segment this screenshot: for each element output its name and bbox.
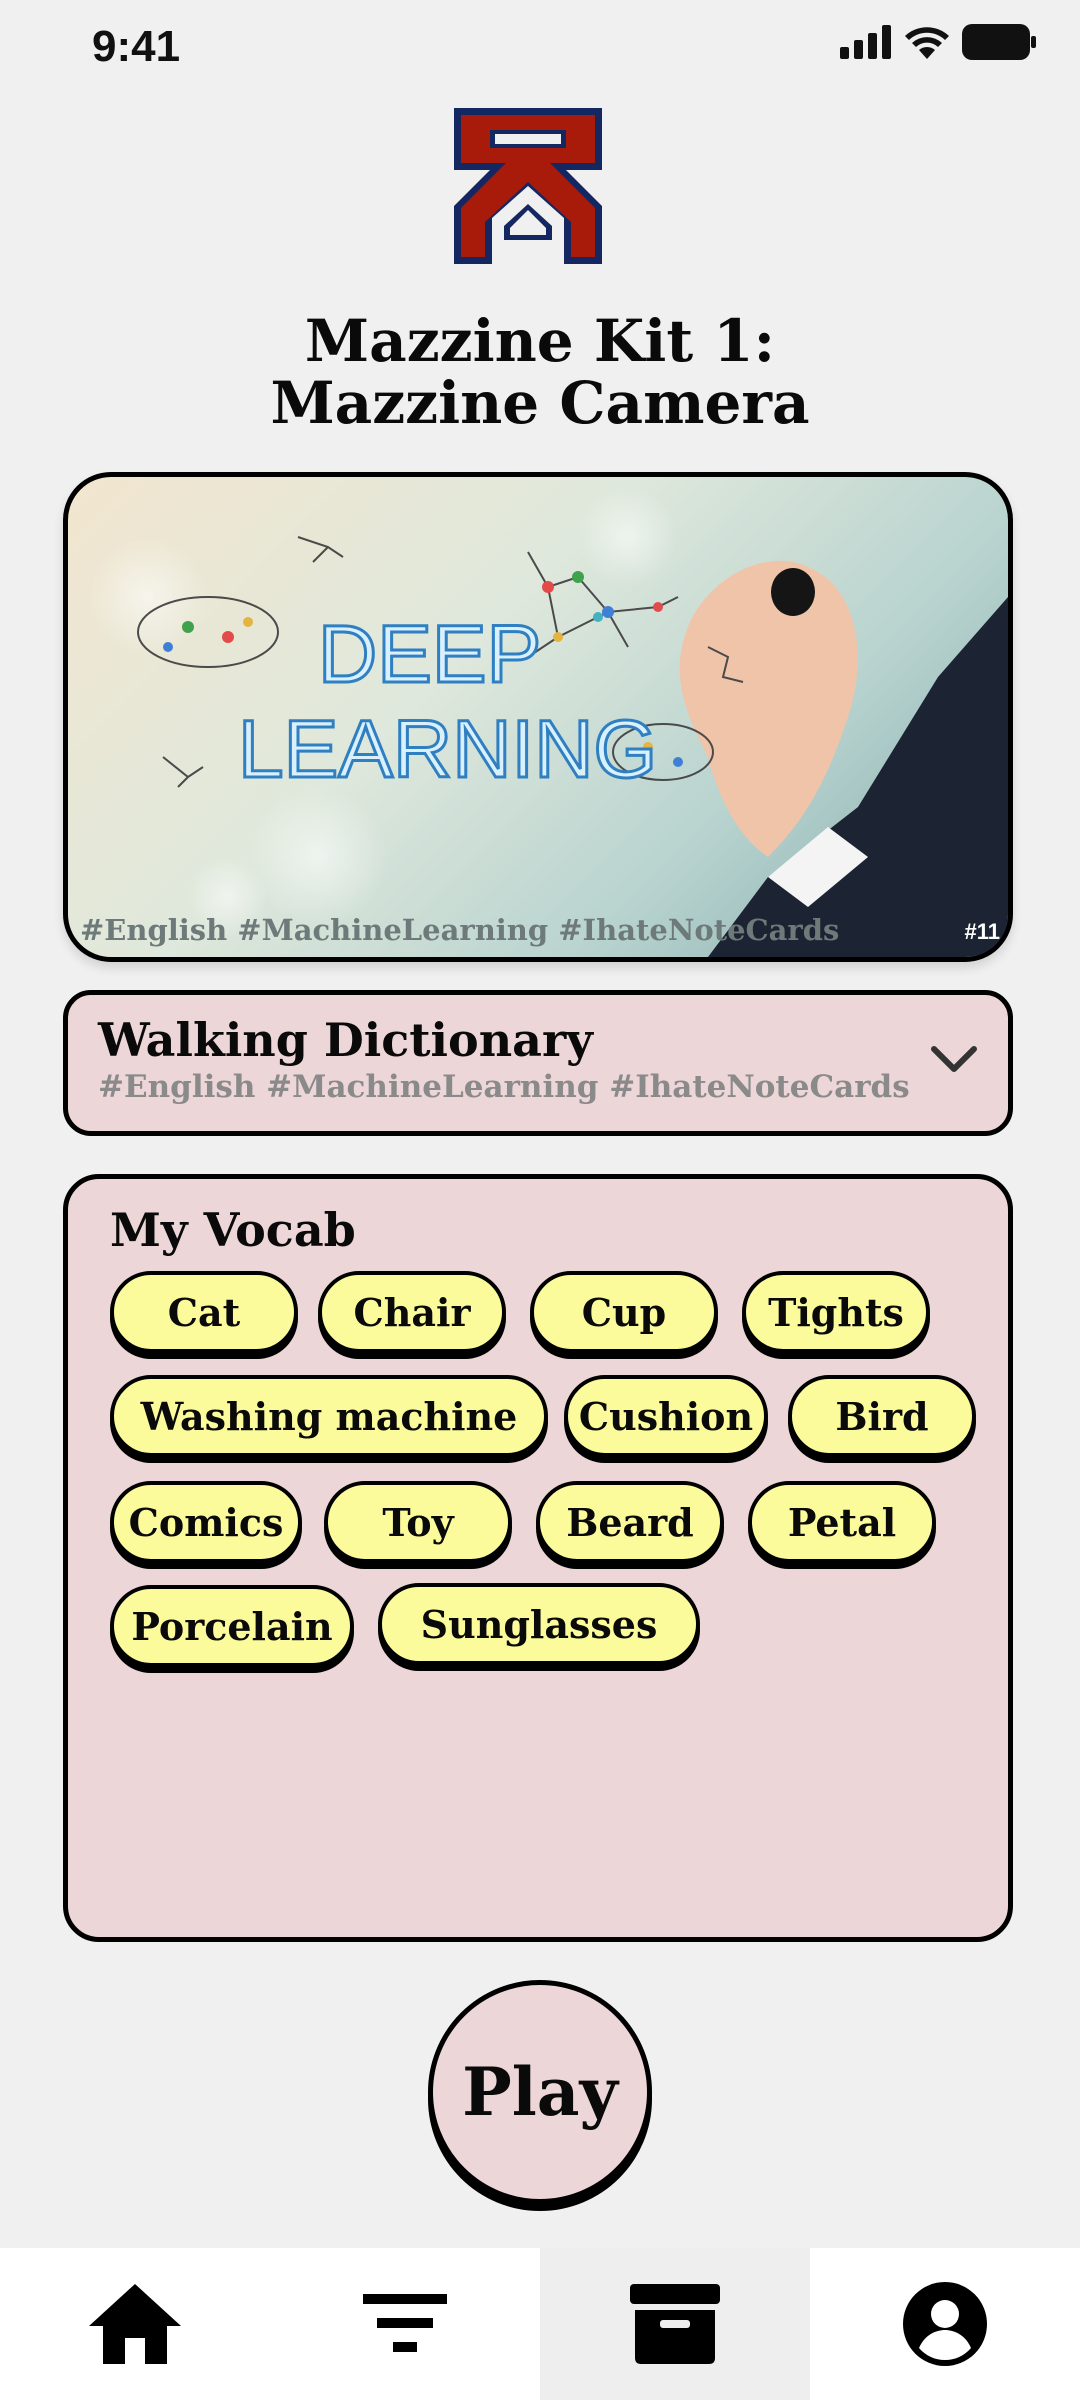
vocab-chip[interactable]: Cat [110, 1271, 298, 1353]
tab-home[interactable] [0, 2248, 270, 2400]
cover-word-1: DEEP [318, 609, 541, 700]
vocab-chip[interactable]: Cushion [564, 1375, 768, 1457]
page-title-line2: Mazzine Camera [270, 369, 810, 437]
vocab-chip[interactable]: Chair [318, 1271, 506, 1353]
filter-icon [363, 2294, 447, 2352]
my-vocab-title: My Vocab [110, 1203, 356, 1257]
deck-cover-image[interactable]: DEEP LEARNING #English #MachineLearning … [63, 472, 1013, 962]
cover-words: DEEP LEARNING [237, 608, 659, 797]
deck-dropdown[interactable]: Walking Dictionary #English #MachineLear… [63, 990, 1013, 1136]
vocab-chip[interactable]: Porcelain [110, 1585, 354, 1667]
vocab-chip[interactable]: Washing machine [110, 1375, 548, 1457]
vocab-chip[interactable]: Sunglasses [378, 1583, 700, 1665]
wifi-icon [905, 27, 949, 59]
vocab-chip[interactable]: Bird [788, 1375, 976, 1457]
tab-account[interactable] [810, 2248, 1080, 2400]
home-icon [89, 2284, 181, 2364]
vocab-chip[interactable]: Petal [748, 1481, 936, 1563]
bottom-tab-bar [0, 2248, 1080, 2400]
status-bar: 9:41 [0, 0, 1080, 100]
deck-name: Walking Dictionary [98, 1013, 593, 1067]
account-icon [903, 2282, 987, 2366]
my-vocab-card: My Vocab Cat Chair Cup Tights Washing ma… [63, 1174, 1013, 1942]
deck-tags: #English #MachineLearning #IhateNoteCard… [98, 1069, 910, 1105]
status-icons [840, 24, 1036, 60]
vocab-chip[interactable]: Cup [530, 1271, 718, 1353]
vocab-chip[interactable]: Comics [110, 1481, 302, 1563]
vocab-chip[interactable]: Beard [536, 1481, 724, 1563]
cover-word-2: LEARNING [238, 704, 657, 795]
battery-icon [962, 24, 1036, 60]
app-logo [454, 108, 602, 264]
play-button[interactable]: Play [428, 1980, 652, 2204]
tab-archive[interactable] [540, 2248, 810, 2400]
chevron-down-icon[interactable] [928, 1039, 980, 1079]
signal-icon [840, 25, 891, 59]
page-title: Mazzine Kit 1: Mazzine Camera [0, 310, 1080, 434]
archive-icon [630, 2284, 720, 2364]
tab-filter[interactable] [270, 2248, 540, 2400]
deck-cover-number: #11 [964, 919, 1001, 944]
vocab-chip[interactable]: Tights [742, 1271, 930, 1353]
page-title-line1: Mazzine Kit 1: [304, 307, 776, 375]
vocab-chip[interactable]: Toy [324, 1481, 512, 1563]
deck-cover-tags: #English #MachineLearning #IhateNoteCard… [80, 913, 840, 947]
status-time: 9:41 [92, 22, 181, 71]
cover-illustration: DEEP LEARNING [88, 487, 1008, 957]
